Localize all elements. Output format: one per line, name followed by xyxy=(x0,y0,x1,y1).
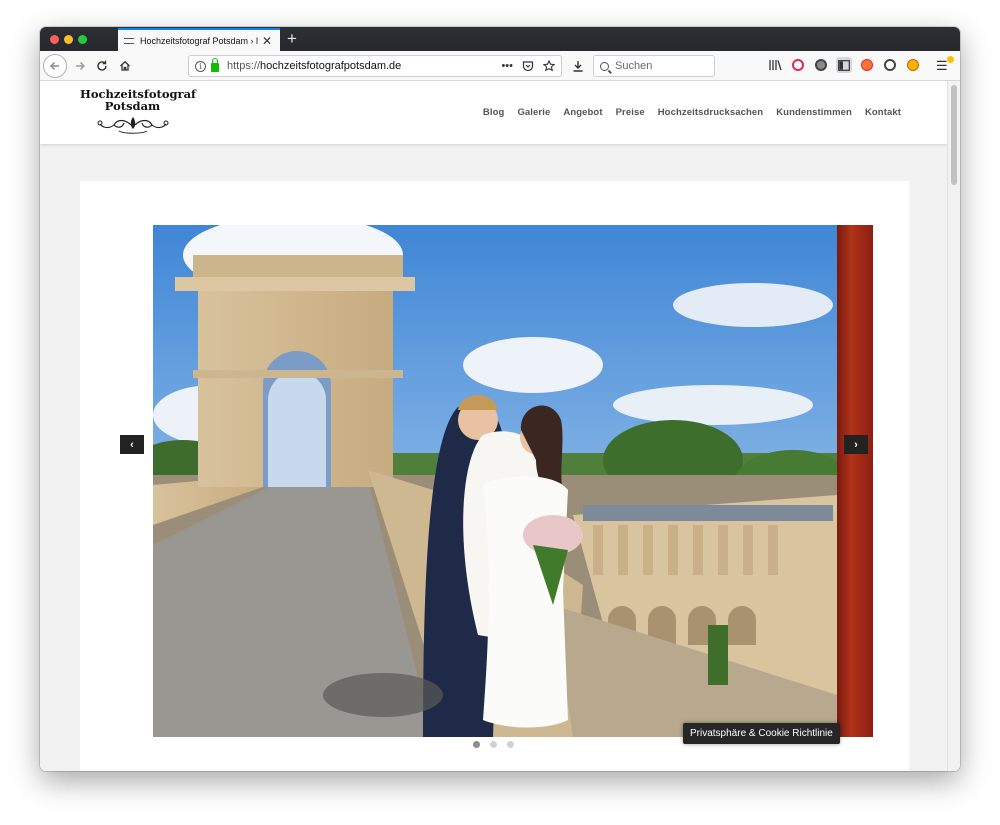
next-slide-preview[interactable] xyxy=(837,225,873,737)
nav-kundenstimmen[interactable]: Kundenstimmen xyxy=(776,107,852,118)
star-icon[interactable] xyxy=(543,60,555,72)
arrow-left-icon xyxy=(50,62,59,70)
scrollbar-thumb[interactable] xyxy=(951,85,957,185)
slider-next-button[interactable]: › xyxy=(844,435,868,454)
nav-angebot[interactable]: Angebot xyxy=(563,107,602,118)
search-field[interactable]: Suchen xyxy=(593,55,715,77)
site-header: Hochzeitsfotograf Potsdam Blog Galerie A… xyxy=(40,81,947,144)
new-tab-button[interactable]: + xyxy=(287,29,297,49)
slider-dot-2[interactable] xyxy=(490,741,497,748)
browser-window: Hochzeitsfotograf Potsdam › le ✕ + i htt… xyxy=(40,27,960,771)
page-scrollbar[interactable] xyxy=(947,81,960,771)
library-icon[interactable] xyxy=(767,57,783,73)
slider-panel: ‹ › xyxy=(80,181,909,771)
favicon-icon xyxy=(124,37,134,44)
hamburger-menu-icon[interactable]: ☰ xyxy=(936,58,948,74)
slider-dot-3[interactable] xyxy=(507,741,514,748)
ublock-extension-icon[interactable] xyxy=(790,57,806,73)
sidebar-icon[interactable] xyxy=(836,57,852,73)
site-logo[interactable]: Hochzeitsfotograf Potsdam xyxy=(80,88,196,140)
maximize-window-button[interactable] xyxy=(78,35,87,44)
slider-prev-button[interactable]: ‹ xyxy=(120,435,144,454)
nav-hochzeitsdrucksachen[interactable]: Hochzeitsdrucksachen xyxy=(658,107,763,118)
pocket-icon[interactable] xyxy=(522,60,534,72)
reload-button[interactable] xyxy=(92,56,112,76)
url-text[interactable]: https://hochzeitsfotografpotsdam.de xyxy=(227,60,501,72)
nav-galerie[interactable]: Galerie xyxy=(517,107,550,118)
logo-line-2: Potsdam xyxy=(104,99,161,113)
account-icon[interactable] xyxy=(882,57,898,73)
bug-extension-icon[interactable] xyxy=(905,57,921,73)
arrow-right-icon xyxy=(76,62,85,70)
home-button[interactable] xyxy=(115,56,135,76)
nav-preise[interactable]: Preise xyxy=(616,107,645,118)
nav-kontakt[interactable]: Kontakt xyxy=(865,107,901,118)
downloads-button[interactable] xyxy=(568,56,588,76)
url-host: hochzeitsfotografpotsdam.de xyxy=(260,60,402,72)
search-icon xyxy=(600,61,609,71)
url-prefix: https:// xyxy=(227,60,261,72)
update-warning-icon xyxy=(947,56,954,63)
cookie-policy-button[interactable]: Privatsphäre & Cookie Richtlinie xyxy=(683,723,840,744)
wedding-photo-image xyxy=(153,225,837,737)
tab-active[interactable]: Hochzeitsfotograf Potsdam › le ✕ xyxy=(118,28,280,51)
address-bar[interactable]: i https://hochzeitsfotografpotsdam.de ••… xyxy=(188,55,562,77)
tab-title: Hochzeitsfotograf Potsdam › le xyxy=(140,35,258,46)
main-navigation: Blog Galerie Angebot Preise Hochzeitsdru… xyxy=(483,107,901,118)
reload-icon xyxy=(97,60,107,71)
close-window-button[interactable] xyxy=(50,35,59,44)
navigation-toolbar: i https://hochzeitsfotografpotsdam.de ••… xyxy=(40,51,960,81)
nav-blog[interactable]: Blog xyxy=(483,107,505,118)
lock-icon[interactable] xyxy=(211,58,219,72)
container-extension-icon[interactable] xyxy=(859,57,875,73)
minimize-window-button[interactable] xyxy=(64,35,73,44)
ghostery-extension-icon[interactable] xyxy=(813,57,829,73)
tab-bar: Hochzeitsfotograf Potsdam › le ✕ + xyxy=(40,27,960,51)
page-viewport: Hochzeitsfotograf Potsdam Blog Galerie A… xyxy=(40,81,947,771)
slider-dots xyxy=(473,741,514,748)
tab-close-icon[interactable]: ✕ xyxy=(262,35,272,47)
wedding-photo[interactable] xyxy=(153,225,837,737)
info-icon[interactable]: i xyxy=(195,60,206,72)
search-placeholder: Suchen xyxy=(615,60,653,72)
page-actions-icon[interactable]: ••• xyxy=(501,60,513,72)
home-icon xyxy=(120,60,130,71)
back-button[interactable] xyxy=(43,54,67,78)
forward-button[interactable] xyxy=(70,56,90,76)
download-icon xyxy=(573,61,583,72)
slider-dot-1[interactable] xyxy=(473,741,480,748)
ornament-icon xyxy=(97,117,168,134)
